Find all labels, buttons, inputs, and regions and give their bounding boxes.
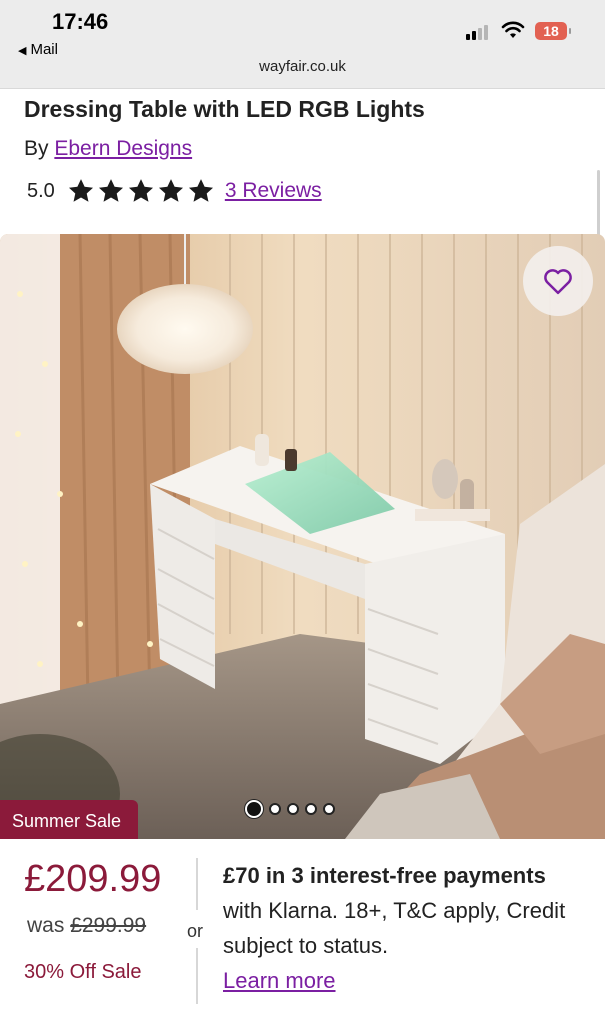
divider	[196, 948, 198, 1004]
product-title: Dressing Table with LED RGB Lights	[24, 96, 425, 122]
carousel-dot-active[interactable]	[245, 800, 263, 818]
or-label: or	[187, 921, 204, 941]
learn-more-link[interactable]: Learn more	[223, 968, 336, 993]
back-arrow-icon: ◀	[18, 45, 27, 57]
by-label: By	[24, 137, 49, 160]
cellular-signal-icon	[466, 24, 492, 40]
back-to-mail-button[interactable]: ◀ Mail	[18, 41, 58, 58]
carousel-dot[interactable]	[305, 803, 317, 815]
brand-link[interactable]: Ebern Designs	[54, 137, 192, 160]
carousel-dot[interactable]	[287, 803, 299, 815]
dressing-table-photo	[0, 234, 605, 839]
divider	[196, 858, 198, 910]
sale-badge: Summer Sale	[0, 800, 138, 839]
address-bar[interactable]: wayfair.co.uk	[0, 58, 605, 75]
rating-value: 5.0	[27, 179, 55, 202]
sale-price: £209.99	[24, 858, 162, 900]
was-price: £299.99	[70, 914, 147, 937]
was-price-line: was £299.99	[27, 914, 146, 938]
reviews-link[interactable]: 3 Reviews	[225, 179, 322, 203]
rating-row: 5.0 3 Reviews	[27, 177, 322, 205]
star-icon	[128, 179, 153, 202]
carousel-dot[interactable]	[269, 803, 281, 815]
carousel-dots[interactable]	[245, 800, 335, 818]
status-bar: 17:46 ◀ Mail 18 wayfair.co.uk	[0, 0, 605, 89]
discount-label: 30% Off Sale	[24, 961, 142, 983]
heart-icon	[544, 269, 572, 295]
klarna-financing: £70 in 3 interest-free payments with Kla…	[223, 858, 583, 998]
wifi-icon	[501, 21, 525, 38]
was-label: was	[27, 914, 65, 937]
back-label: Mail	[30, 41, 58, 58]
favorite-button[interactable]	[523, 246, 593, 316]
star-icon	[188, 179, 213, 202]
star-icon	[68, 179, 93, 202]
star-rating	[67, 177, 215, 205]
klarna-headline: £70 in 3 interest-free payments	[223, 863, 546, 888]
clock: 17:46	[52, 9, 109, 34]
carousel-dot[interactable]	[323, 803, 335, 815]
star-icon	[98, 179, 123, 202]
battery-icon: 18	[535, 22, 571, 40]
product-image[interactable]	[0, 234, 605, 839]
klarna-terms: with Klarna. 18+, T&C apply, Credit subj…	[223, 898, 566, 958]
star-icon	[158, 179, 183, 202]
brand-line: By Ebern Designs	[24, 137, 192, 161]
